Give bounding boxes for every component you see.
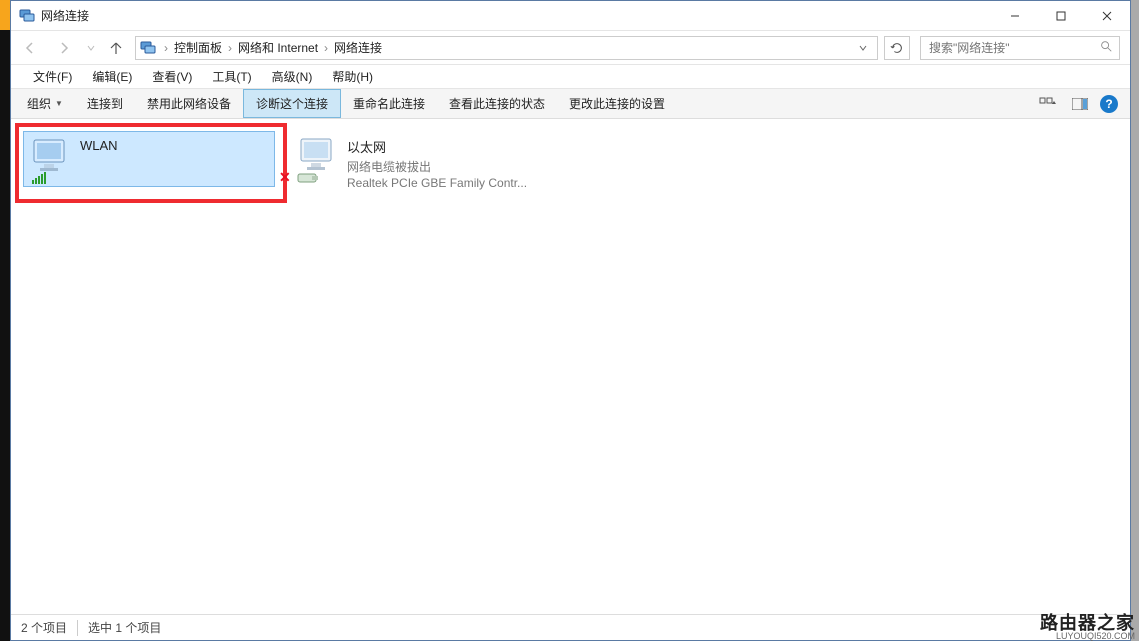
chevron-right-icon[interactable]: › <box>226 41 234 55</box>
status-separator <box>77 620 78 636</box>
back-button[interactable] <box>15 34 45 62</box>
address-dropdown[interactable] <box>853 41 873 55</box>
chevron-right-icon[interactable]: › <box>162 41 170 55</box>
recent-dropdown[interactable] <box>83 34 99 62</box>
explorer-window: 网络连接 <box>10 0 1131 641</box>
breadcrumb[interactable]: › 控制面板 › 网络和 Internet › 网络连接 <box>135 36 878 60</box>
change-settings-button[interactable]: 更改此连接的设置 <box>557 89 677 118</box>
window-title: 网络连接 <box>41 7 89 24</box>
preview-pane-button[interactable] <box>1068 93 1092 115</box>
connection-status: 网络电缆被拔出 <box>347 158 527 175</box>
toolbar-right: ? <box>1036 93 1126 115</box>
menu-bar: 文件(F) 编辑(E) 查看(V) 工具(T) 高级(N) 帮助(H) <box>11 65 1130 89</box>
command-bar: 组织 ▼ 连接到 禁用此网络设备 诊断这个连接 重命名此连接 查看此连接的状态 … <box>11 89 1130 119</box>
menu-edit[interactable]: 编辑(E) <box>82 68 142 85</box>
menu-file[interactable]: 文件(F) <box>23 68 82 85</box>
wifi-signal-icon <box>32 172 46 184</box>
connection-detail: Realtek PCIe GBE Family Contr... <box>347 176 527 190</box>
search-box[interactable] <box>920 36 1120 60</box>
status-bar: 2 个项目 选中 1 个项目 <box>11 614 1130 640</box>
connection-item-ethernet[interactable]: 以太网 网络电缆被拔出 Realtek PCIe GBE Family Cont… <box>291 131 541 196</box>
organize-label: 组织 <box>27 95 51 112</box>
breadcrumb-item[interactable]: 网络连接 <box>330 39 386 56</box>
ethernet-adapter-icon <box>297 137 339 179</box>
diagnose-button[interactable]: 诊断这个连接 <box>243 89 341 118</box>
up-button[interactable] <box>103 34 129 62</box>
network-connections-icon <box>19 8 35 24</box>
menu-help[interactable]: 帮助(H) <box>322 68 383 85</box>
connection-name: 以太网 <box>347 137 527 156</box>
right-desktop-strip <box>1131 0 1139 641</box>
network-connections-icon <box>140 40 156 56</box>
help-button[interactable]: ? <box>1100 95 1118 113</box>
chevron-down-icon: ▼ <box>55 99 63 108</box>
menu-tools[interactable]: 工具(T) <box>202 68 261 85</box>
menu-view[interactable]: 查看(V) <box>142 68 202 85</box>
connection-info: WLAN <box>80 138 118 155</box>
connection-name: WLAN <box>80 138 118 153</box>
navigation-bar: › 控制面板 › 网络和 Internet › 网络连接 <box>11 31 1130 65</box>
forward-button[interactable] <box>49 34 79 62</box>
connect-to-button[interactable]: 连接到 <box>75 89 135 118</box>
breadcrumb-item[interactable]: 网络和 Internet <box>234 39 322 56</box>
search-input[interactable] <box>927 40 1099 56</box>
wlan-adapter-icon <box>30 138 72 180</box>
titlebar: 网络连接 <box>11 1 1130 31</box>
breadcrumb-item[interactable]: 控制面板 <box>170 39 226 56</box>
connection-item-wlan[interactable]: WLAN <box>23 131 275 187</box>
content-area[interactable]: WLAN ✕ 以太网 网络电缆被拔出 <box>11 119 1130 614</box>
rename-button[interactable]: 重命名此连接 <box>341 89 437 118</box>
chevron-right-icon[interactable]: › <box>322 41 330 55</box>
disconnected-x-icon: ✕ <box>279 169 291 186</box>
view-status-button[interactable]: 查看此连接的状态 <box>437 89 557 118</box>
minimize-button[interactable] <box>992 1 1038 31</box>
window-controls <box>992 1 1130 31</box>
menu-advanced[interactable]: 高级(N) <box>262 68 323 85</box>
disable-device-button[interactable]: 禁用此网络设备 <box>135 89 243 118</box>
status-item-count: 2 个项目 <box>21 619 67 636</box>
network-card-icon <box>297 171 319 185</box>
organize-button[interactable]: 组织 ▼ <box>15 89 75 118</box>
connection-info: 以太网 网络电缆被拔出 Realtek PCIe GBE Family Cont… <box>347 137 527 190</box>
close-button[interactable] <box>1084 1 1130 31</box>
view-options-button[interactable] <box>1036 93 1060 115</box>
status-selected-count: 选中 1 个项目 <box>88 619 161 636</box>
left-desktop-strip <box>0 0 10 641</box>
maximize-button[interactable] <box>1038 1 1084 31</box>
refresh-button[interactable] <box>884 36 910 60</box>
search-icon[interactable] <box>1099 39 1113 56</box>
